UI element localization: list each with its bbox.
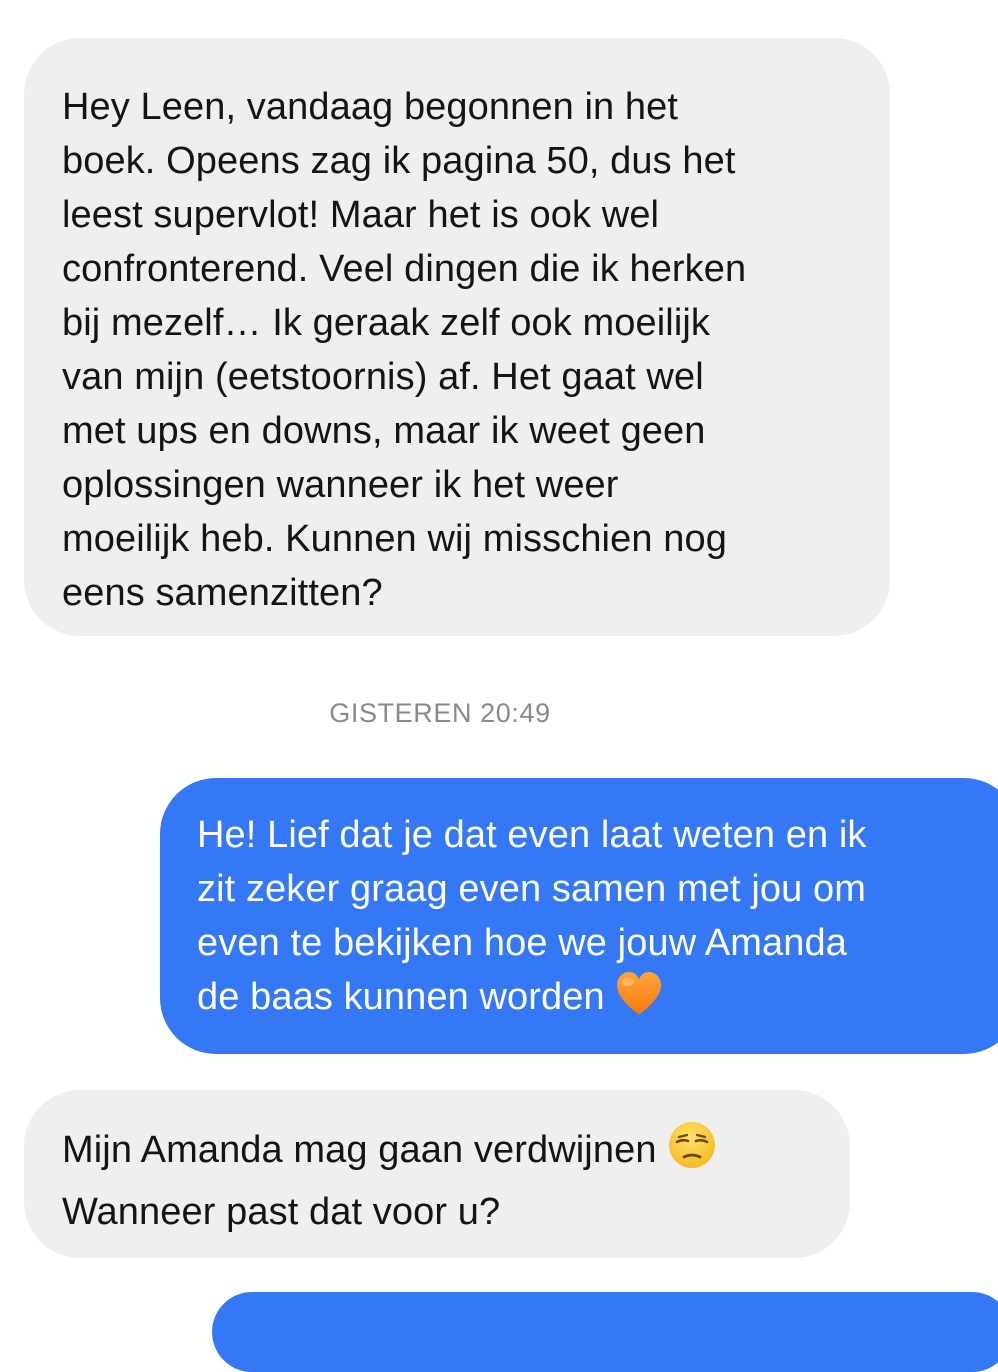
message-text-line: met ups en downs, maar ik weet geen bbox=[62, 410, 706, 452]
message-text: Mijn Amanda mag gaan verdwijnen bbox=[62, 1129, 657, 1171]
message-text-line: van mijn (eetstoornis) af. Het gaat wel bbox=[62, 356, 704, 398]
message-text-line: confronterend. Veel dingen die ik herken bbox=[62, 248, 747, 290]
message-text-line: oplossingen wanneer ik het weer bbox=[62, 464, 619, 506]
message-bubble-outgoing[interactable] bbox=[212, 1292, 998, 1372]
message-text-line: bij mezelf… Ik geraak zelf ook moeilijk bbox=[62, 302, 711, 344]
message-text-line-with-emoji: de baas kunnen worden bbox=[197, 970, 990, 1032]
message-text-line: even te bekijken hoe we jouw Amanda bbox=[197, 922, 847, 964]
unamused-face-icon bbox=[667, 1120, 717, 1185]
message-bubble-incoming[interactable]: Mijn Amanda mag gaan verdwijnen Wanneer … bbox=[24, 1090, 850, 1258]
message-text-line: He! Lief dat je dat even laat weten en i… bbox=[197, 814, 867, 856]
message-timestamp: GISTEREN 20:49 bbox=[329, 698, 551, 728]
message-text-line: eens samenzitten? bbox=[62, 572, 383, 614]
message-text-line: Wanneer past dat voor u? bbox=[62, 1191, 501, 1233]
orange-heart-icon bbox=[615, 971, 663, 1032]
message-text-line: moeilijk heb. Kunnen wij misschien nog bbox=[62, 518, 727, 560]
message-bubble-incoming[interactable]: Hey Leen, vandaag begonnen in het boek. … bbox=[24, 38, 890, 636]
message-text-line: zit zeker graag even samen met jou om bbox=[197, 868, 867, 910]
message-bubble-outgoing[interactable]: He! Lief dat je dat even laat weten en i… bbox=[160, 778, 998, 1054]
message-text: de baas kunnen worden bbox=[197, 976, 605, 1018]
message-text-line: boek. Opeens zag ik pagina 50, dus het bbox=[62, 140, 736, 182]
message-text-line-with-emoji: Mijn Amanda mag gaan verdwijnen bbox=[62, 1120, 820, 1185]
message-text-line: leest supervlot! Maar het is ook wel bbox=[62, 194, 660, 236]
message-text-line: Hey Leen, vandaag begonnen in het bbox=[62, 86, 679, 128]
